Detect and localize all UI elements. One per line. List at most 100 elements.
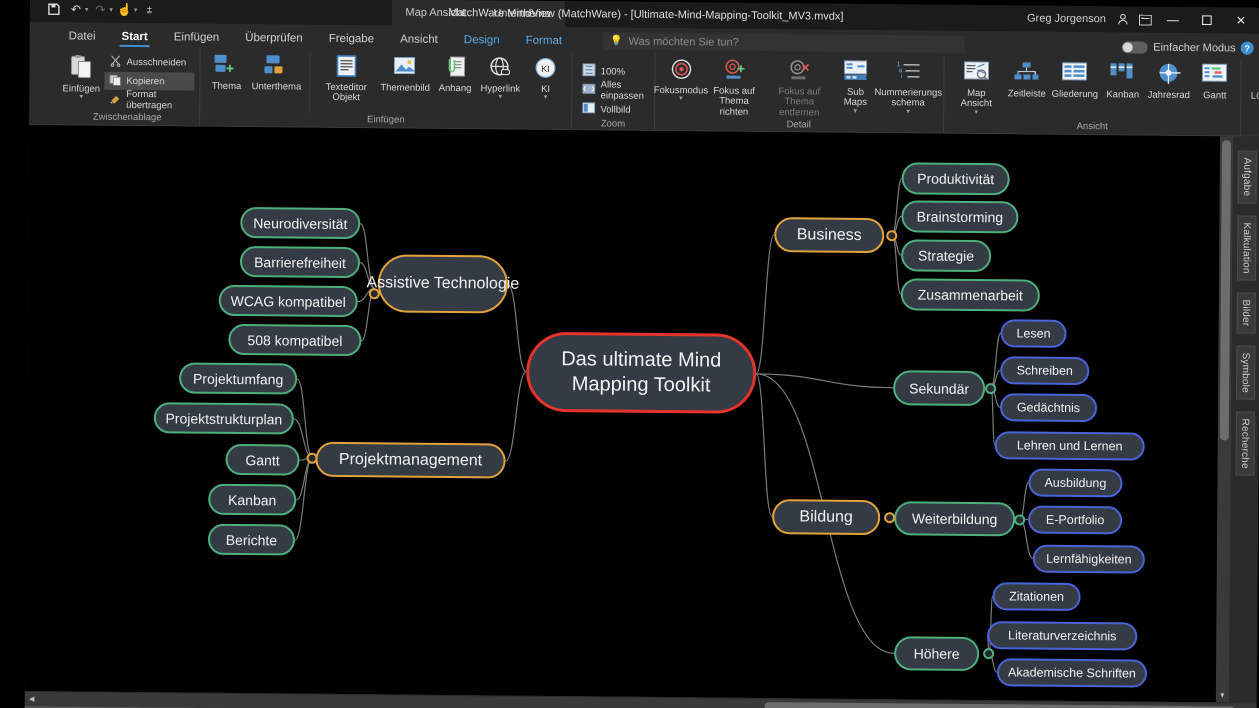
- mindmap-node-neurodiversit-t[interactable]: Neurodiversität: [240, 207, 361, 240]
- numbering-scheme-caret-icon[interactable]: ▾: [906, 108, 910, 115]
- ai-caret-icon[interactable]: ▾: [544, 94, 548, 101]
- ribbon-tab-einfuegen[interactable]: Einfügen: [161, 31, 233, 49]
- gantt-button[interactable]: Gantt: [1194, 61, 1236, 102]
- undo-caret-icon[interactable]: ▾: [85, 6, 89, 14]
- mindmap-node-business[interactable]: Business: [774, 217, 885, 254]
- maximize-button[interactable]: [1190, 7, 1224, 33]
- simple-mode-toggle[interactable]: [1122, 40, 1149, 54]
- ribbon-tab-datei[interactable]: Datei: [56, 30, 109, 48]
- outline-button[interactable]: Gliederung: [1050, 60, 1100, 101]
- collapse-toggle-dot[interactable]: [306, 452, 318, 464]
- mindmap-node-akademische-schriften[interactable]: Akademische Schriften: [996, 658, 1148, 688]
- map-view-button[interactable]: Map Ansicht ▾: [949, 59, 1004, 116]
- ribbon-tab-format[interactable]: Format: [513, 35, 576, 53]
- scroll-right-arrow-icon[interactable]: ▶: [1215, 703, 1229, 708]
- mindmap-node-strategie[interactable]: Strategie: [900, 239, 992, 273]
- focus-mode-caret-icon[interactable]: ▾: [679, 95, 683, 102]
- ribbon-tab-start[interactable]: Start: [108, 31, 160, 48]
- text-editor-object-button[interactable]: Texteditor Objekt: [316, 53, 376, 104]
- mindmap-node-weiterbildung[interactable]: Weiterbildung: [894, 501, 1016, 537]
- hyperlink-button[interactable]: Hyperlink ▾: [478, 54, 523, 101]
- mindmap-node-lesen[interactable]: Lesen: [1000, 319, 1067, 348]
- mindmap-node-zitationen[interactable]: Zitationen: [992, 582, 1081, 612]
- insert-topic-button[interactable]: Thema: [205, 52, 247, 93]
- mindmap-root-node[interactable]: Das ultimate Mind Mapping Toolkit: [525, 331, 757, 414]
- attachment-button[interactable]: Anhang: [434, 54, 476, 95]
- paste-caret-icon[interactable]: ▾: [79, 94, 83, 101]
- timeline-button[interactable]: Zeitleiste: [1006, 59, 1049, 100]
- mindmap-node-bildung[interactable]: Bildung: [772, 499, 881, 536]
- mindmap-node-e-portfolio[interactable]: E-Portfolio: [1028, 505, 1123, 535]
- mindmap-node-ged-chtnis[interactable]: Gedächtnis: [999, 393, 1098, 423]
- mindmap-node-lehren-und-lernen[interactable]: Lehren und Lernen: [994, 431, 1145, 461]
- mindmap-node-schreiben[interactable]: Schreiben: [1000, 356, 1090, 386]
- collapse-toggle-dot[interactable]: [983, 648, 995, 660]
- doc-tab-map-ansicht[interactable]: Map Ansicht: [391, 0, 480, 27]
- map-view-caret-icon[interactable]: ▾: [974, 109, 978, 116]
- ribbon-tab-freigabe[interactable]: Freigabe: [316, 33, 388, 51]
- mindmap-node-zusammenarbeit[interactable]: Zusammenarbeit: [900, 278, 1040, 312]
- ribbon-display-options-icon[interactable]: [1134, 8, 1156, 30]
- collapse-toggle-dot[interactable]: [886, 230, 898, 242]
- help-icon[interactable]: ?: [1240, 41, 1254, 55]
- mindmap-node-gantt[interactable]: Gantt: [225, 443, 300, 476]
- touch-mode-icon[interactable]: ☝: [115, 0, 135, 20]
- remove-focus-button[interactable]: Fokus auf Thema entfernen: [766, 57, 833, 119]
- hyperlink-caret-icon[interactable]: ▾: [498, 94, 502, 101]
- ribbon-tab-design[interactable]: Design: [451, 34, 513, 52]
- close-button[interactable]: ✕: [1224, 7, 1258, 33]
- touch-mode-caret-icon[interactable]: ▾: [134, 6, 138, 14]
- mindmap-node-berichte[interactable]: Berichte: [207, 523, 296, 556]
- copy-button[interactable]: Kopieren: [104, 71, 195, 91]
- ribbon-tab-ansicht[interactable]: Ansicht: [387, 33, 451, 51]
- dock-tab-symbole[interactable]: Symbole: [1235, 345, 1255, 400]
- mindmap-node-kanban[interactable]: Kanban: [208, 483, 297, 516]
- mindmap-node-wcag-kompatibel[interactable]: WCAG kompatibel: [218, 284, 358, 318]
- insert-subtopic-button[interactable]: Unterthema: [249, 52, 303, 93]
- dock-tab-recherche[interactable]: Recherche: [1234, 411, 1255, 476]
- collapse-toggle-dot[interactable]: [368, 288, 380, 300]
- doc-tab-unterthema[interactable]: Unterthema: [479, 0, 565, 28]
- sub-maps-caret-icon[interactable]: ▾: [853, 108, 857, 115]
- customize-qat-icon[interactable]: ⩲: [139, 0, 159, 20]
- fit-all-button[interactable]: Alles einpassen: [578, 79, 649, 102]
- delete-button[interactable]: Löschen: [1247, 62, 1259, 103]
- topic-image-button[interactable]: Themenbild: [378, 53, 432, 94]
- mindmap-node-ausbildung[interactable]: Ausbildung: [1028, 468, 1123, 498]
- ribbon-tab-ueberpruefen[interactable]: Überprüfen: [232, 32, 316, 50]
- fullscreen-button[interactable]: Vollbild: [577, 100, 648, 119]
- user-name[interactable]: Greg Jorgenson: [1027, 12, 1106, 25]
- year-wheel-button[interactable]: Jahresrad: [1146, 61, 1192, 102]
- mindmap-node-h-here[interactable]: Höhere: [894, 636, 980, 672]
- mindmap-node-assistive-technologie[interactable]: Assistive Technologie: [366, 254, 519, 314]
- collapse-toggle-dot[interactable]: [884, 512, 896, 524]
- kanban-button[interactable]: Kanban: [1102, 60, 1144, 101]
- redo-caret-icon[interactable]: ▾: [109, 6, 113, 14]
- cut-button[interactable]: Ausschneiden: [104, 53, 194, 72]
- mindmap-node-literaturverzeichnis[interactable]: Literaturverzeichnis: [987, 621, 1138, 651]
- mindmap-node-lernf-higkeiten[interactable]: Lernfähigkeiten: [1032, 544, 1145, 574]
- sub-maps-button[interactable]: Sub Maps ▾: [834, 58, 876, 115]
- format-painter-button[interactable]: Format übertragen: [104, 89, 194, 111]
- mindmap-node-produktivit-t[interactable]: Produktivität: [901, 162, 1010, 196]
- ai-button[interactable]: KI KI ▾: [525, 55, 567, 102]
- minimize-button[interactable]: —: [1156, 7, 1190, 33]
- dock-tab-kalkulation[interactable]: Kalkulation: [1236, 215, 1256, 281]
- numbering-scheme-button[interactable]: 1ai Nummerierungs schema ▾: [874, 58, 942, 115]
- mindmap-node-projektumfang[interactable]: Projektumfang: [179, 362, 298, 395]
- undo-icon[interactable]: ↶: [66, 0, 86, 20]
- save-icon[interactable]: [44, 0, 64, 19]
- paste-button[interactable]: Einfügen ▾: [60, 50, 102, 101]
- mind-map-canvas-area[interactable]: Das ultimate Mind Mapping Toolkit Assisti…: [24, 125, 1259, 703]
- mindmap-node-508-kompatibel[interactable]: 508 kompatibel: [228, 323, 362, 357]
- focus-mode-button[interactable]: Fokusmodus ▾: [654, 56, 708, 103]
- mindmap-node-projektmanagement[interactable]: Projektmanagement: [315, 441, 506, 479]
- collapse-toggle-dot[interactable]: [985, 383, 997, 395]
- mindmap-node-brainstorming[interactable]: Brainstorming: [901, 200, 1019, 234]
- dock-tab-bilder[interactable]: Bilder: [1236, 292, 1256, 334]
- mind-map-canvas[interactable]: Das ultimate Mind Mapping Toolkit Assisti…: [24, 125, 1259, 703]
- user-account-icon[interactable]: [1112, 8, 1134, 30]
- horizontal-scroll-thumb[interactable]: [764, 702, 1235, 708]
- mindmap-node-barrierefreiheit[interactable]: Barrierefreiheit: [239, 246, 361, 279]
- focus-on-topic-button[interactable]: Fokus auf Thema richten: [704, 56, 765, 118]
